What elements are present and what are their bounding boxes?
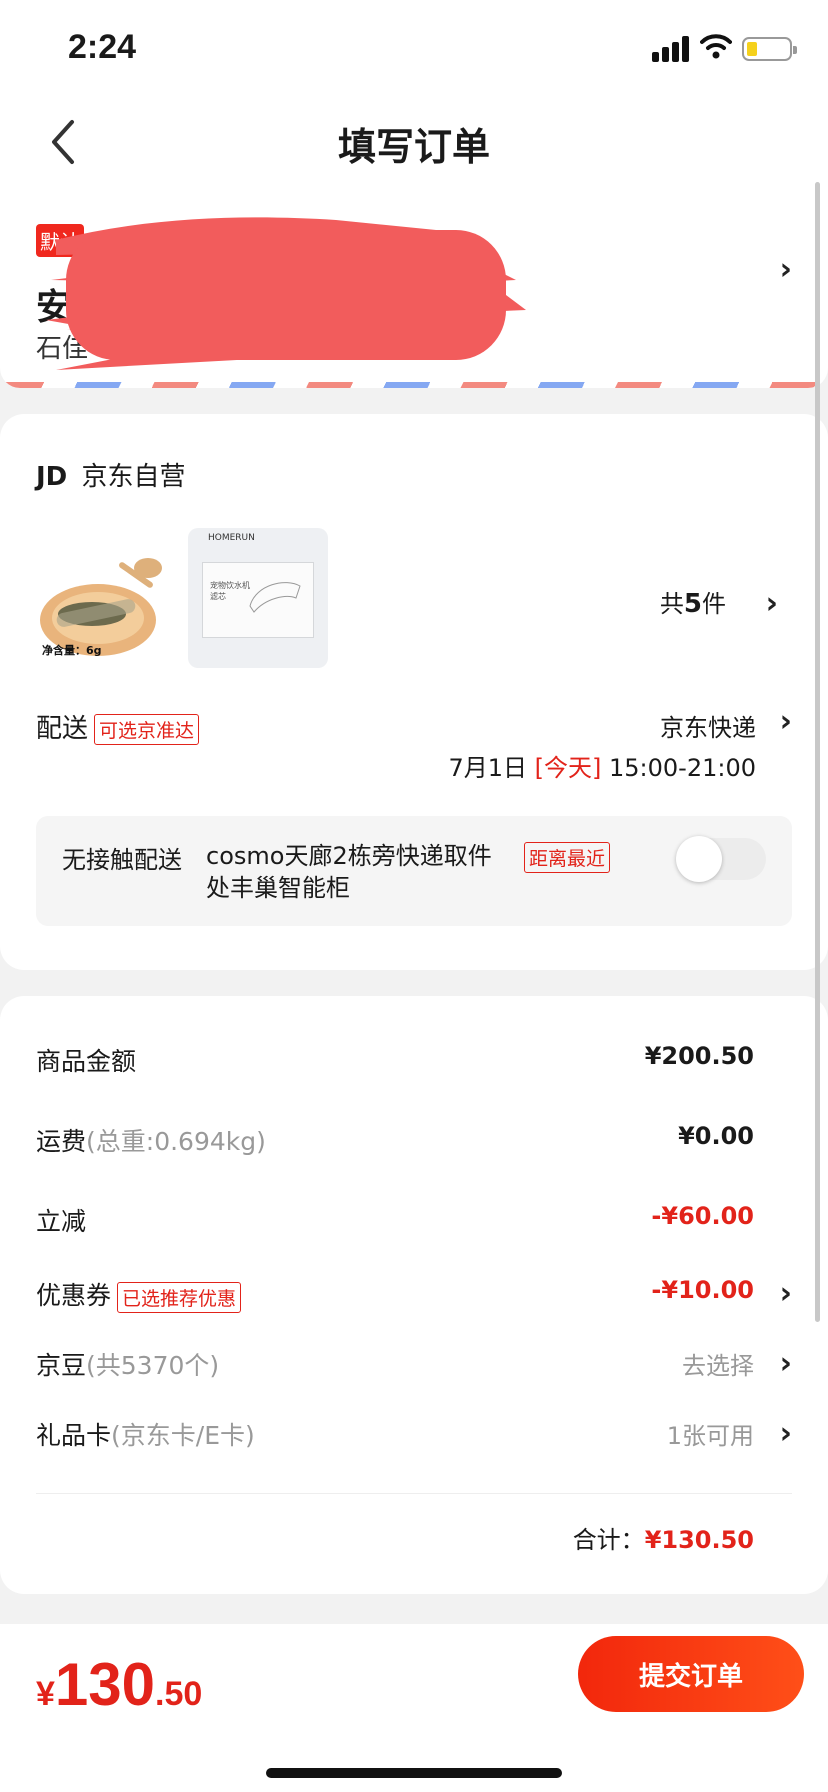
shipping-tag: 可选京准达 [94,714,200,745]
price-row-discount: 立减 -¥60.00 [36,1202,754,1236]
shop-header: JD 京东自营 [36,456,186,493]
airmail-border [0,382,828,388]
address-card[interactable]: 默认 四川成都 安 石佳 ****2106 › [0,192,828,388]
thumb1-caption: 净含量：6g [42,644,102,657]
status-bar: 2:24 [0,0,828,96]
submit-order-button[interactable]: 提交订单 [578,1636,804,1712]
home-indicator[interactable] [266,1768,562,1778]
price-row-goods: 商品金额 ¥200.50 [36,1042,754,1076]
nearest-badge: 距离最近 [524,842,611,873]
shipping-row: 配送 可选京准达 [36,708,200,745]
item-count[interactable]: 共5件 [660,584,726,619]
bottom-bar: ¥130.50 提交订单 [0,1624,828,1792]
price-row-shipping: 运费(总重:0.694kg) ¥0.00 [36,1122,754,1156]
contactless-location: cosmo天廊2栋旁快递取件处丰巢智能柜 [206,842,492,902]
divider [36,1493,792,1494]
nav-bar: 填写订单 [0,96,828,192]
jd-logo-icon: JD [36,462,68,492]
product-thumb-2[interactable]: HOMERUN 宠物饮水机滤芯 [188,528,328,668]
price-card: 商品金额 ¥200.50 运费(总重:0.694kg) ¥0.00 立减 -¥6… [0,996,828,1594]
payable-amount: ¥130.50 [36,1651,203,1718]
price-row-coupon[interactable]: 优惠券 已选推荐优惠 -¥10.00 › [36,1276,792,1316]
contactless-label: 无接触配送 [62,846,182,874]
wifi-icon [700,34,732,59]
shipping-chevron-icon: › [779,704,792,739]
status-time: 2:24 [68,28,137,66]
thumb2-text: 宠物饮水机滤芯 [210,581,250,601]
coupon-tag: 已选推荐优惠 [117,1281,242,1313]
coupon-chevron-icon: › [779,1276,792,1311]
jingdou-chevron-icon: › [779,1346,792,1381]
thumb2-brand: HOMERUN [208,533,255,543]
battery-icon [742,37,797,61]
shop-name: 京东自营 [81,462,186,492]
goods-card: JD 京东自营 净含量：6g HOMERUN 宠物饮水机滤芯 共5件 › 配送可… [0,414,828,970]
giftcard-chevron-icon: › [779,1416,792,1451]
product-thumb-1[interactable]: 净含量：6g [36,528,176,668]
items-chevron-icon: › [765,586,778,621]
delivery-slot[interactable]: 7月1日 [今天] 15:00-21:00 [448,748,756,783]
address-chevron-icon: › [779,252,792,287]
page-title: 填写订单 [337,125,490,169]
price-row-jingdou[interactable]: 京豆(共5370个) 去选择 › [36,1346,792,1386]
scrollbar[interactable] [815,182,820,1322]
order-total: 合计：¥130.50 [572,1526,754,1554]
signal-icon [652,34,692,62]
redaction-scribble [46,217,526,370]
shipping-label: 配送 [36,714,89,744]
filter-illustration-icon [249,582,301,613]
price-row-giftcard[interactable]: 礼品卡(京东卡/E卡) 1张可用 › [36,1416,792,1456]
today-label: [今天] [534,754,602,782]
contactless-delivery: 无接触配送 cosmo天廊2栋旁快递取件处丰巢智能柜 距离最近 [36,816,792,926]
contactless-toggle[interactable] [676,836,766,882]
shipping-carrier[interactable]: 京东快递 [660,708,756,743]
